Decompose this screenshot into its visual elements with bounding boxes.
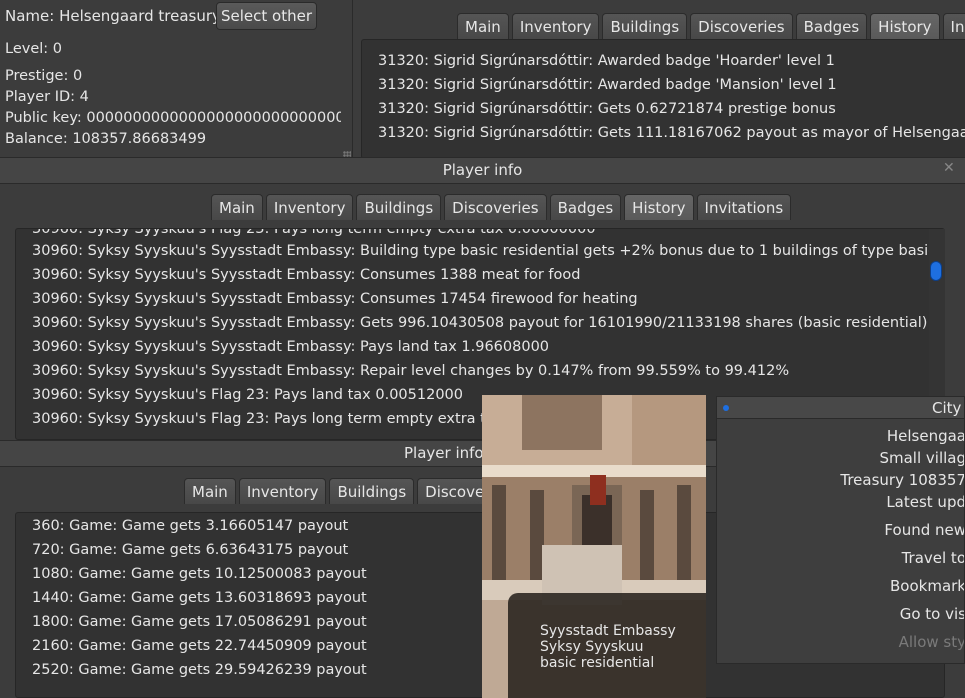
list-item: 30960: Syksy Syyskuu's Flag 23: Pays lon… [32, 411, 504, 427]
city-treasury: Treasury 108357 [840, 471, 965, 489]
bookmark-button[interactable]: Bookmark [890, 577, 964, 595]
tab-buildings[interactable]: Buildings [602, 13, 688, 39]
found-new-button[interactable]: Found new [884, 521, 964, 539]
tab-invitations[interactable]: Invitations [696, 194, 792, 220]
public-key-text: Public key: 0000000000000000000000000000… [5, 110, 341, 126]
list-item: 31320: Sigrid Sigrúnarsdóttir: Awarded b… [378, 53, 835, 69]
tooltip-building-name: Syysstadt Embassy [540, 623, 676, 639]
scrollbar-thumb[interactable] [930, 261, 942, 281]
window-title: Player info [404, 444, 484, 462]
close-icon[interactable]: ✕ [943, 160, 955, 176]
city-name: Helsengaa [886, 427, 965, 445]
list-item: 30960: Syksy Syyskuu's Syysstadt Embassy… [32, 267, 581, 283]
list-item: 1440: Game: Game gets 13.60318693 payout [32, 590, 367, 606]
travel-to-button[interactable]: Travel to [902, 549, 964, 567]
city-title: City [932, 399, 962, 417]
public-key-label: Public key: 0000000000000000000000000000… [5, 110, 341, 126]
top-tab-bar: Main Inventory Buildings Discoveries Bad… [457, 13, 965, 39]
tab-history[interactable]: History [870, 13, 940, 39]
tab-inventory[interactable]: Inventory [265, 194, 354, 220]
tab-badges[interactable]: Badges [795, 13, 868, 39]
select-other-button[interactable]: Select other [216, 2, 317, 30]
tab-inventory[interactable]: Inventory [511, 13, 600, 39]
window-title: Player info [442, 161, 523, 179]
tab-main[interactable]: Main [184, 478, 236, 504]
city-size: Small villag [879, 449, 965, 467]
building-tooltip: Syysstadt Embassy Syksy Syyskuu basic re… [508, 593, 706, 698]
list-item: 1800: Game: Game gets 17.05086291 payout [32, 614, 367, 630]
top-history-list[interactable]: 31320: Sigrid Sigrúnarsdóttir: Awarded b… [361, 39, 965, 159]
list-item: 30960: Syksy Syyskuu's Flag 23: Pays lan… [32, 387, 463, 403]
tab-inventory[interactable]: Inventory [238, 478, 327, 504]
list-item: 30960: Syksy Syyskuu's Syysstadt Embassy… [32, 243, 945, 259]
top-history-panel: Main Inventory Buildings Discoveries Bad… [352, 0, 965, 160]
city-content: Helsengaa Small villag Treasury 108357 L… [717, 419, 965, 663]
list-item: 1080: Game: Game gets 10.12500083 payout [32, 566, 367, 582]
balance-label: Balance: 108357.86683499 [5, 131, 207, 147]
tab-badges[interactable]: Badges [549, 194, 622, 220]
list-item: 2520: Game: Game gets 29.59426239 payout [32, 662, 367, 678]
building-preview-image[interactable]: Syysstadt Embassy Syksy Syyskuu basic re… [482, 395, 706, 698]
tab-main[interactable]: Main [211, 194, 263, 220]
list-item: 30960: Syksy Syyskuu's Flag 23: Pays lon… [32, 228, 596, 237]
level-label: Level: 0 [5, 41, 62, 57]
go-to-visit-button[interactable]: Go to vis [900, 605, 964, 623]
tab-buildings[interactable]: Buildings [329, 478, 415, 504]
tab-discoveries[interactable]: Discoveries [690, 13, 793, 39]
tab-history[interactable]: History [624, 194, 694, 220]
tab-invitations[interactable]: Invitati [942, 13, 965, 39]
list-item: 2160: Game: Game gets 22.74450909 payout [32, 638, 367, 654]
list-item: 31320: Sigrid Sigrúnarsdóttir: Gets 0.62… [378, 101, 836, 117]
list-item: 720: Game: Game gets 6.63643175 payout [32, 542, 349, 558]
tooltip-owner: Syksy Syyskuu [540, 639, 644, 655]
list-item: 30960: Syksy Syyskuu's Syysstadt Embassy… [32, 315, 928, 331]
tab-main[interactable]: Main [457, 13, 509, 39]
list-item: 31320: Sigrid Sigrúnarsdóttir: Awarded b… [378, 77, 837, 93]
player-name-label: Name: Helsengaard treasury [5, 7, 221, 25]
player-summary-panel: Name: Helsengaard treasury Select other … [0, 0, 352, 160]
list-item: 30960: Syksy Syyskuu's Syysstadt Embassy… [32, 339, 550, 355]
city-latest-update: Latest upd [886, 493, 965, 511]
player-id-label: Player ID: 4 [5, 89, 89, 105]
tab-buildings[interactable]: Buildings [356, 194, 442, 220]
allow-style-button[interactable]: Allow sty [899, 633, 964, 651]
tab-discoveries[interactable]: Discoveries [444, 194, 547, 220]
list-item: 31320: Sigrid Sigrúnarsdóttir: Gets 111.… [378, 125, 965, 141]
tooltip-building-type: basic residential [540, 655, 655, 671]
middle-tab-bar: Main Inventory Buildings Discoveries Bad… [211, 194, 792, 220]
city-titlebar[interactable]: City [717, 397, 964, 419]
window-titlebar[interactable]: Player info [0, 157, 965, 184]
city-collapse-icon[interactable] [723, 405, 729, 411]
list-item: 30960: Syksy Syyskuu's Syysstadt Embassy… [32, 291, 638, 307]
prestige-label: Prestige: 0 [5, 68, 83, 84]
list-item: 360: Game: Game gets 3.16605147 payout [32, 518, 349, 534]
bottom-tab-bar: Main Inventory Buildings Discoverie [184, 478, 512, 504]
city-panel: City Helsengaa Small villag Treasury 108… [716, 396, 965, 664]
list-item: 30960: Syksy Syyskuu's Syysstadt Embassy… [32, 363, 790, 379]
